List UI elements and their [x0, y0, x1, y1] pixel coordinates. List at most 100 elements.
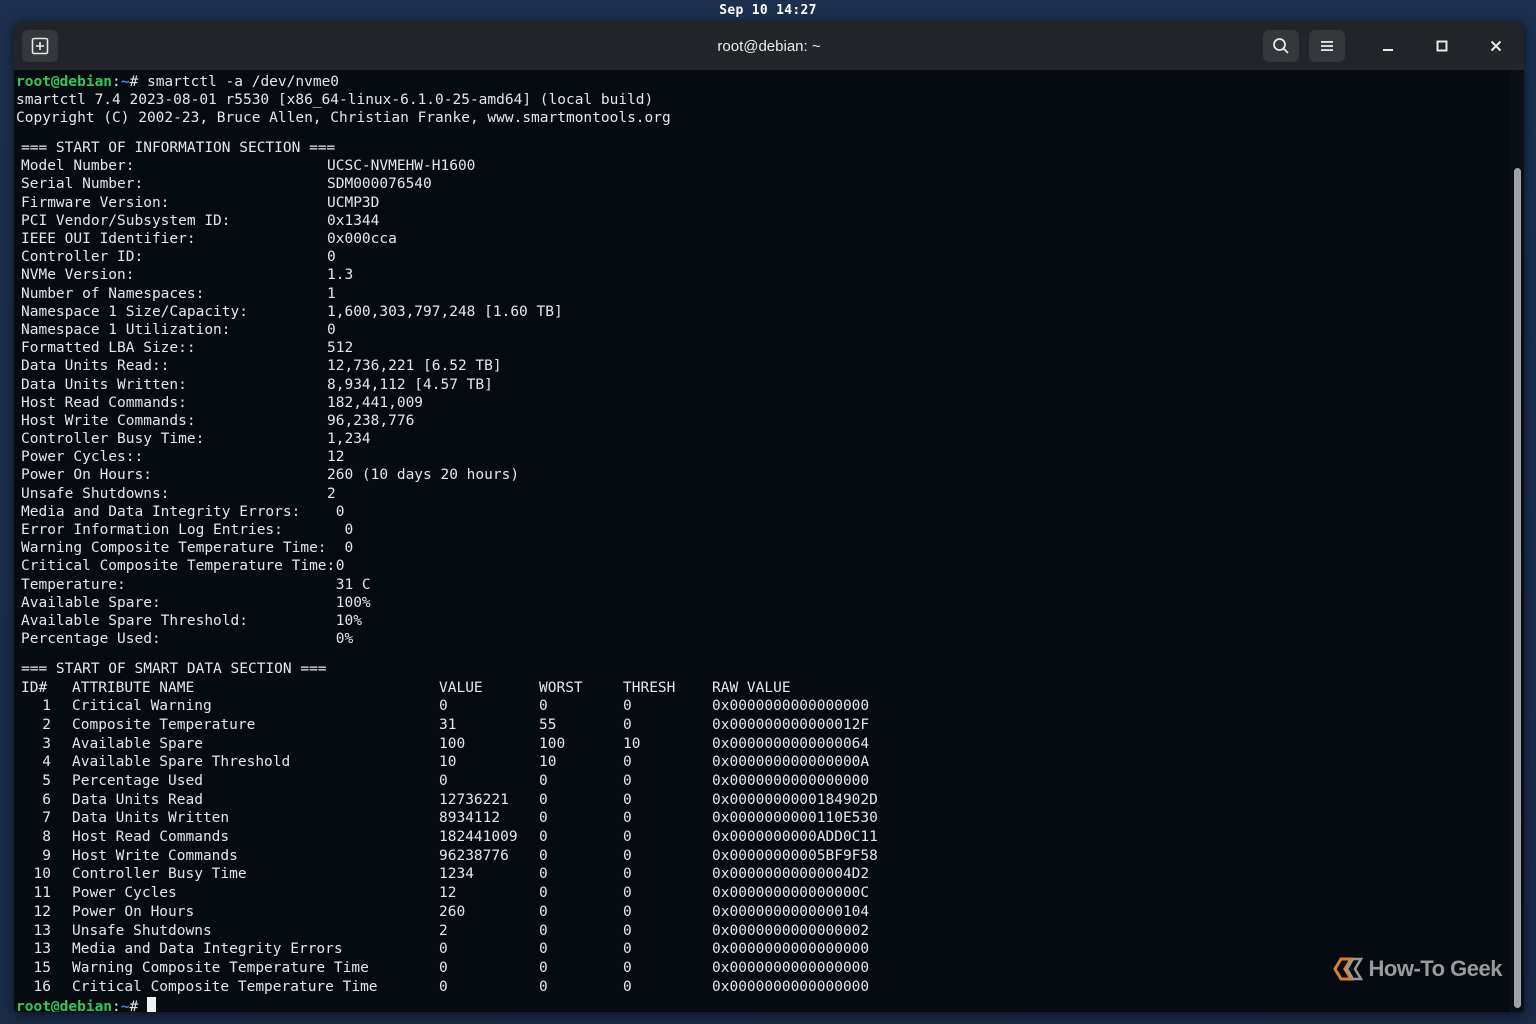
cell-raw: 0x000000000000000A — [712, 754, 870, 771]
copyright-line: Copyright (C) 2002-23, Bruce Allen, Chri… — [16, 110, 671, 126]
cell-worst: 55 — [539, 716, 557, 733]
info-key: Available Spare Threshold: — [21, 612, 248, 629]
cell-thresh: 0 — [623, 959, 632, 976]
info-key: Media and Data Integrity Errors: — [21, 503, 301, 520]
scrollbar-thumb[interactable] — [1514, 168, 1521, 1008]
maximize-button[interactable] — [1424, 30, 1460, 62]
info-key: Power Cycles:: — [21, 449, 144, 466]
table-row: 12 Power On Hours 260 0 0 0x0000000000000104 — [16, 903, 1510, 922]
cell-thresh: 0 — [623, 716, 632, 733]
info-value: 96,238,776 — [327, 412, 415, 429]
info-key: Namespace 1 Utilization: — [21, 321, 231, 338]
htg-logo-icon — [1332, 957, 1363, 981]
info-row: Namespace 1 Utilization: 0 — [16, 321, 1510, 339]
info-key: IEEE OUI Identifier: — [21, 231, 196, 247]
cell-value: 0 — [439, 959, 448, 976]
cell-id: 5 — [42, 773, 51, 789]
info-value: 8,934,112 [4.57 TB] — [327, 376, 493, 393]
clock[interactable]: Sep 10 14:27 — [719, 3, 817, 18]
info-row: Available Spare: 100% — [16, 594, 1510, 612]
table-row: 4 Available Spare Threshold 10 10 0 0x0000000… — [16, 753, 1510, 772]
cell-raw: 0x0000000000000000 — [712, 941, 870, 958]
minimize-button[interactable] — [1370, 30, 1406, 62]
cell-value: 12 — [439, 885, 457, 902]
info-key: Namespace 1 Size/Capacity: — [21, 303, 248, 320]
info-section-heading: === START OF INFORMATION SECTION === — [21, 140, 336, 156]
info-row: Power On Hours: 260 (10 days 20 hours) — [16, 466, 1510, 484]
cell-name: Media and Data Integrity Errors — [72, 941, 343, 958]
cell-worst: 0 — [539, 829, 548, 846]
cell-value: 0 — [439, 941, 448, 958]
cell-raw: 0x000000000000000C — [712, 885, 870, 902]
cell-value: 0 — [439, 698, 448, 715]
info-row: Error Information Log Entries: 0 — [16, 521, 1510, 539]
info-row: Media and Data Integrity Errors: 0 — [16, 503, 1510, 521]
info-value: 10% — [327, 612, 362, 629]
search-button[interactable] — [1263, 30, 1299, 62]
info-row: Data Units Read:: 12,736,221 [6.52 TB] — [16, 357, 1510, 375]
cell-thresh: 0 — [623, 885, 632, 902]
info-row: IEEE OUI Identifier: 0x000cca — [16, 230, 1510, 248]
cell-value: 1234 — [439, 866, 474, 883]
prompt-path: ~ — [120, 74, 130, 90]
table-row: 2 Composite Temperature 31 55 0 0x00000000000… — [16, 716, 1510, 735]
info-key: Host Write Commands: — [21, 412, 196, 429]
cell-worst: 0 — [539, 959, 548, 976]
info-row: Warning Composite Temperature Time: 0 — [16, 539, 1510, 557]
cell-raw: 0x0000000000000104 — [712, 903, 870, 920]
maximize-icon — [1436, 40, 1448, 52]
prompt-user-host: root@debian — [16, 999, 113, 1012]
info-value: 0 — [327, 522, 354, 538]
info-value: SDM000076540 — [327, 176, 432, 193]
prompt-symbol: # — [129, 999, 147, 1012]
cell-thresh: 0 — [623, 941, 632, 958]
table-row: 9 Host Write Commands 96238776 0 0 0x00000000… — [16, 847, 1510, 866]
info-row: Critical Composite Temperature Time: 0 — [16, 557, 1510, 575]
smart-table-body: 1 Critical Warning 0 0 0 0x0000000000000000 2 C… — [16, 697, 1510, 996]
scrollbar[interactable] — [1510, 70, 1524, 1012]
info-value: 260 (10 days 20 hours) — [327, 467, 520, 484]
cell-id: 3 — [42, 735, 51, 752]
info-key: Controller Busy Time: — [21, 431, 205, 448]
cell-name: Warning Composite Temperature Time — [72, 959, 369, 976]
cell-worst: 0 — [539, 847, 548, 864]
info-row: Unsafe Shutdowns: 2 — [16, 485, 1510, 503]
table-row: 13 Media and Data Integrity Errors 0 0 0 0x00… — [16, 940, 1510, 959]
info-key: Formatted LBA Size:: — [21, 340, 196, 357]
cell-name: Composite Temperature — [72, 716, 256, 733]
info-value: 0x000cca — [327, 231, 397, 247]
info-value: UCSC-NVMEHW-H1600 — [327, 158, 476, 175]
info-value: UCMP3D — [327, 194, 380, 211]
info-row: Host Read Commands: 182,441,009 — [16, 394, 1510, 412]
info-value: 1,234 — [327, 431, 371, 448]
table-row: 10 Controller Busy Time 1234 0 0 0x0000000000… — [16, 865, 1510, 884]
close-button[interactable] — [1478, 30, 1514, 62]
table-row: 3 Available Spare 100 100 10 0x00000000000000… — [16, 735, 1510, 754]
info-value: 0 — [327, 503, 345, 520]
col-id: ID# — [21, 679, 48, 696]
info-key: Data Units Read:: — [21, 358, 170, 375]
cell-value: 96238776 — [439, 847, 509, 864]
info-row: Formatted LBA Size:: 512 — [16, 339, 1510, 357]
new-tab-button[interactable] — [22, 30, 58, 62]
cell-id: 15 — [33, 959, 51, 976]
terminal-window: root@debian: ~ root@debian:~# smartctl -… — [14, 22, 1524, 1012]
menu-button[interactable] — [1309, 30, 1345, 62]
cell-raw: 0x0000000000110E530 — [712, 810, 878, 827]
info-key: Critical Composite Temperature Time: — [21, 558, 336, 575]
cell-worst: 0 — [539, 978, 548, 995]
info-section: Model Number: UCSC-NVMEHW-H1600 Serial Num… — [16, 157, 1510, 648]
minimize-icon — [1383, 49, 1393, 51]
info-key: Number of Namespaces: — [21, 285, 205, 302]
cell-name: Critical Composite Temperature Time — [72, 978, 378, 995]
info-value: 12,736,221 [6.52 TB] — [327, 358, 502, 375]
info-key: PCI Vendor/Subsystem ID: — [21, 212, 231, 229]
info-key: Model Number: — [21, 158, 135, 175]
cell-value: 100 — [439, 735, 466, 752]
cell-worst: 10 — [539, 754, 557, 771]
col-value: VALUE — [439, 679, 483, 696]
table-row: 15 Warning Composite Temperature Time 0 0 0 0… — [16, 959, 1510, 978]
new-tab-icon — [31, 37, 49, 55]
col-name: ATTRIBUTE NAME — [72, 679, 195, 696]
terminal-output[interactable]: root@debian:~# smartctl -a /dev/nvme0 sm… — [14, 70, 1510, 1012]
